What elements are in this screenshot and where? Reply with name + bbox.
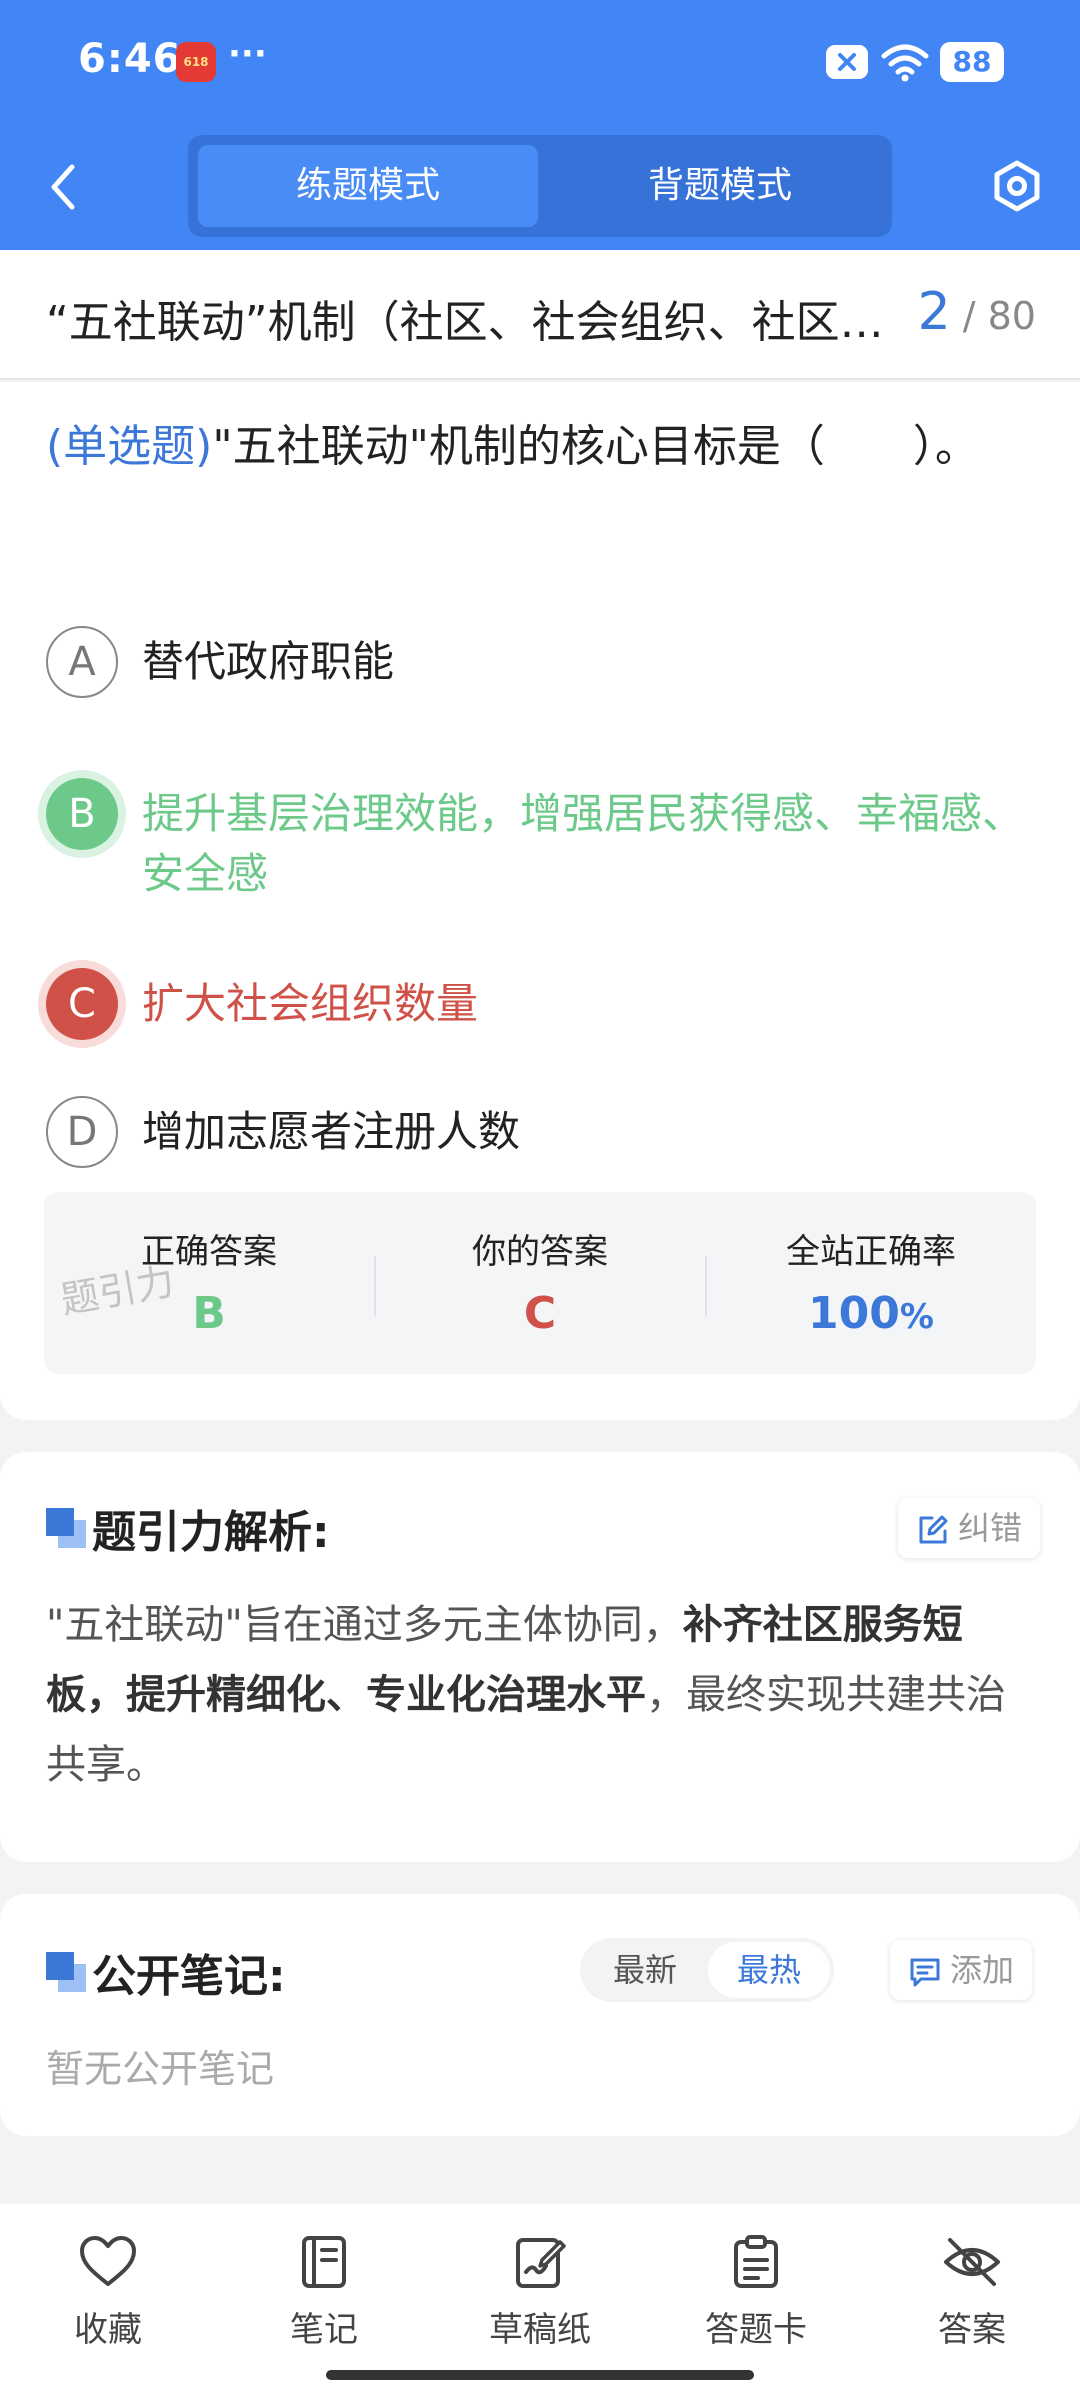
option-letter: B: [46, 778, 118, 850]
notebook-icon: [302, 2236, 346, 2288]
comment-icon: [910, 1958, 940, 1987]
stat-value: 100%: [706, 1288, 1036, 1339]
add-note-button[interactable]: 添加: [890, 1940, 1033, 2000]
stat-label: 你的答案: [472, 1232, 608, 1272]
option-letter: D: [46, 1096, 118, 1168]
app-notification-icon: 618: [176, 42, 216, 82]
stat-value: C: [523, 1288, 557, 1339]
notes-title: 公开笔记:: [92, 1951, 286, 2002]
option-text: 替代政府职能: [142, 637, 395, 686]
option-letter: C: [46, 968, 118, 1040]
tab-label: 答案: [938, 2310, 1006, 2350]
tab-label: 收藏: [74, 2310, 142, 2350]
more-notifications-icon: ···: [228, 34, 267, 74]
analysis-title: 题引力解析:: [92, 1507, 330, 1558]
tab-label: 答题卡: [705, 2310, 807, 2350]
clipboard-icon: [734, 2235, 778, 2288]
add-note-label: 添加: [950, 1951, 1015, 1989]
battery-indicator: 88: [940, 42, 1004, 82]
total-questions: / 80: [962, 294, 1036, 338]
chapter-title-bar: “五社联动”机制（社区、社会组织、社区社工、社区志愿者、社会慈善资源） 2 / …: [0, 250, 1080, 380]
edit-icon: [919, 1515, 948, 1544]
question-text: "五社联动"机制的核心目标是（ ）。: [212, 421, 979, 472]
report-error-button[interactable]: 纠错: [898, 1498, 1041, 1558]
answer-stats: 正确答案 B 你的答案 C 全站正确率 100% 题引力: [44, 1192, 1036, 1374]
tab-answer-sheet[interactable]: 答题卡: [676, 2224, 836, 2364]
notes-sort-switch: 最新 最热: [580, 1938, 834, 2002]
rate-unit: %: [899, 1297, 934, 1337]
draft-icon: [516, 2238, 566, 2288]
status-bar: 6:46 618 ··· 88: [0, 0, 1080, 125]
stat-your-answer: 你的答案 C: [375, 1192, 705, 1374]
mode-switch: 练题模式 背题模式: [188, 135, 892, 237]
question-counter[interactable]: 2 / 80: [918, 282, 1036, 342]
settings-icon[interactable]: [990, 159, 1044, 213]
question-type: (单选题): [46, 421, 213, 472]
wifi-icon: [880, 42, 930, 82]
analysis-card: 题引力解析: 纠错 "五社联动"旨在通过多元主体协同，补齐社区服务短板，提升精细…: [0, 1452, 1080, 1862]
tab-answer[interactable]: 答案: [892, 2224, 1052, 2364]
back-icon[interactable]: [44, 161, 84, 213]
option-text: 增加志愿者注册人数: [142, 1107, 521, 1156]
rate-number: 100: [808, 1288, 900, 1339]
option-text: 扩大社会组织数量: [142, 979, 479, 1028]
close-notification-icon: [826, 45, 868, 79]
heart-icon: [80, 2236, 136, 2286]
option-letter: A: [46, 626, 118, 698]
status-time: 6:46: [78, 36, 182, 82]
empty-notes-message: 暂无公开笔记: [46, 2047, 275, 2091]
current-question-number: 2: [917, 282, 951, 342]
stat-correct-rate: 全站正确率 100%: [706, 1192, 1036, 1374]
nav-bar: 练题模式 背题模式: [0, 125, 1080, 250]
question-stem: (单选题)"五社联动"机制的核心目标是（ ）。: [46, 402, 1046, 492]
eye-off-icon: [944, 2238, 1000, 2286]
option-text: 提升基层治理效能，增强居民获得感、幸福感、安全感: [142, 789, 1025, 898]
notes-section-icon: [46, 1952, 86, 1992]
tab-practice-mode[interactable]: 练题模式: [198, 145, 538, 227]
app-header: 6:46 618 ··· 88 练题模式 背题模式: [0, 0, 1080, 250]
stat-label: 全站正确率: [786, 1232, 956, 1272]
tab-label: 笔记: [290, 2310, 358, 2350]
tab-favorite[interactable]: 收藏: [28, 2224, 188, 2364]
tab-notes[interactable]: 笔记: [244, 2224, 404, 2364]
question-card: (单选题)"五社联动"机制的核心目标是（ ）。 A 替代政府职能 B 提升基层治…: [0, 382, 1080, 1420]
analysis-text-part: "五社联动"旨在通过多元主体协同，: [46, 1602, 683, 1648]
sort-hot-tab[interactable]: 最热: [708, 1942, 830, 1998]
sort-latest-tab[interactable]: 最新: [584, 1942, 706, 1998]
analysis-text: "五社联动"旨在通过多元主体协同，补齐社区服务短板，提升精细化、专业化治理水平，…: [46, 1590, 1038, 1800]
tab-label: 草稿纸: [489, 2310, 591, 2350]
chapter-title: “五社联动”机制（社区、社会组织、社区社工、社区志愿者、社会慈善资源）: [46, 297, 906, 348]
tab-memorize-mode[interactable]: 背题模式: [550, 145, 890, 227]
analysis-section-icon: [46, 1508, 86, 1548]
public-notes-card: 公开笔记: 最新 最热 添加 暂无公开笔记: [0, 1894, 1080, 2136]
tab-draft[interactable]: 草稿纸: [460, 2224, 620, 2364]
home-indicator[interactable]: [326, 2370, 754, 2380]
report-error-label: 纠错: [958, 1509, 1023, 1547]
